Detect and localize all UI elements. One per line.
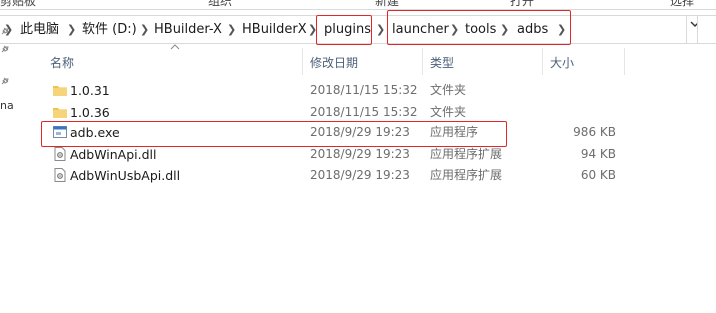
navigation-pane: na bbox=[0, 27, 14, 313]
column-header-type[interactable]: 类型 bbox=[430, 52, 454, 74]
dll-file-icon bbox=[52, 167, 68, 183]
application-icon bbox=[52, 124, 68, 140]
pin-icon[interactable] bbox=[0, 26, 10, 39]
folder-icon bbox=[52, 82, 68, 98]
column-divider[interactable] bbox=[624, 48, 625, 75]
search-input[interactable] bbox=[697, 15, 716, 44]
file-date: 2018/11/15 15:32 bbox=[310, 105, 418, 119]
file-type: 文件夹 bbox=[430, 105, 467, 119]
file-size bbox=[510, 80, 616, 101]
column-divider[interactable] bbox=[302, 48, 303, 75]
breadcrumb-hbuilderx[interactable]: HBuilderX bbox=[242, 20, 307, 40]
file-name: 1.0.31 bbox=[70, 83, 110, 98]
file-row[interactable]: AdbWinApi.dll 2018/9/29 19:23 应用程序扩展 94 … bbox=[40, 144, 630, 165]
ribbon-group-clipboard: 剪贴板 bbox=[0, 0, 37, 8]
file-name: adb.exe bbox=[70, 125, 120, 140]
column-header-date[interactable]: 修改日期 bbox=[310, 52, 358, 74]
pin-icon[interactable] bbox=[0, 44, 10, 57]
nav-item-label[interactable]: na bbox=[0, 99, 14, 112]
column-divider[interactable] bbox=[422, 48, 423, 75]
file-row[interactable]: AdbWinUsbApi.dll 2018/9/29 19:23 应用程序扩展 … bbox=[40, 165, 630, 186]
breadcrumb-plugins[interactable]: plugins bbox=[324, 20, 371, 40]
folder-icon bbox=[52, 104, 68, 120]
file-size: 60 KB bbox=[580, 168, 616, 182]
breadcrumb-drive-d[interactable]: 软件 (D:) bbox=[82, 20, 137, 40]
pin-icon[interactable] bbox=[0, 76, 10, 89]
breadcrumb-chevron-icon[interactable]: ❯ bbox=[227, 20, 236, 40]
file-row[interactable]: adb.exe 2018/9/29 19:23 应用程序 986 KB bbox=[40, 122, 630, 143]
file-name: 1.0.36 bbox=[70, 105, 110, 120]
file-name: AdbWinUsbApi.dll bbox=[70, 168, 181, 183]
file-date: 2018/9/29 19:23 bbox=[310, 125, 410, 139]
breadcrumb-hbuilder-x[interactable]: HBuilder-X bbox=[154, 20, 222, 40]
file-size: 94 KB bbox=[580, 147, 616, 161]
ribbon-group-open: 打开 bbox=[510, 0, 535, 8]
file-name: AdbWinApi.dll bbox=[70, 147, 157, 162]
file-explorer-window: 剪贴板 组织 新建 打开 选择 ❯ 此电脑 ❯ 软件 (D:) ❯ HBuild… bbox=[0, 0, 716, 313]
breadcrumb-chevron-icon[interactable]: ❯ bbox=[376, 20, 385, 40]
sort-ascending-icon bbox=[170, 42, 180, 53]
file-row[interactable]: 1.0.36 2018/11/15 15:32 文件夹 bbox=[40, 102, 630, 123]
breadcrumb-chevron-icon[interactable]: ❯ bbox=[450, 20, 459, 40]
breadcrumb-adbs[interactable]: adbs bbox=[517, 20, 548, 40]
address-bar[interactable]: ❯ 此电脑 ❯ 软件 (D:) ❯ HBuilder-X ❯ HBuilderX… bbox=[0, 15, 687, 44]
ribbon-group-labels: 剪贴板 组织 新建 打开 选择 bbox=[0, 0, 716, 9]
breadcrumb-tools[interactable]: tools bbox=[465, 20, 496, 40]
file-row[interactable]: 1.0.31 2018/11/15 15:32 文件夹 bbox=[40, 80, 630, 101]
breadcrumb-launcher[interactable]: launcher bbox=[392, 20, 449, 40]
breadcrumb-this-pc[interactable]: 此电脑 bbox=[20, 20, 59, 40]
file-type: 应用程序扩展 bbox=[430, 168, 503, 182]
dll-file-icon bbox=[52, 146, 68, 162]
file-date: 2018/11/15 15:32 bbox=[310, 83, 418, 97]
breadcrumb-chevron-icon[interactable]: ❯ bbox=[557, 20, 566, 40]
column-header-size[interactable]: 大小 bbox=[550, 52, 574, 74]
ribbon-group-select: 选择 bbox=[670, 0, 695, 8]
file-size: 986 KB bbox=[573, 125, 616, 139]
ribbon-group-new: 新建 bbox=[375, 0, 400, 8]
file-date: 2018/9/29 19:23 bbox=[310, 147, 410, 161]
column-header-name[interactable]: 名称 bbox=[50, 52, 74, 74]
file-date: 2018/9/29 19:23 bbox=[310, 168, 410, 182]
breadcrumb-chevron-icon[interactable]: ❯ bbox=[308, 20, 317, 40]
column-divider[interactable] bbox=[542, 48, 543, 75]
ribbon-group-organize: 组织 bbox=[208, 0, 233, 8]
ribbon-divider bbox=[0, 9, 716, 10]
file-type: 文件夹 bbox=[430, 83, 467, 97]
breadcrumb-chevron-icon[interactable]: ❯ bbox=[67, 20, 76, 40]
breadcrumb-chevron-icon[interactable]: ❯ bbox=[140, 20, 149, 40]
breadcrumb-chevron-icon[interactable]: ❯ bbox=[500, 20, 509, 40]
file-size bbox=[510, 102, 616, 123]
file-type: 应用程序 bbox=[430, 125, 479, 139]
file-type: 应用程序扩展 bbox=[430, 147, 503, 161]
